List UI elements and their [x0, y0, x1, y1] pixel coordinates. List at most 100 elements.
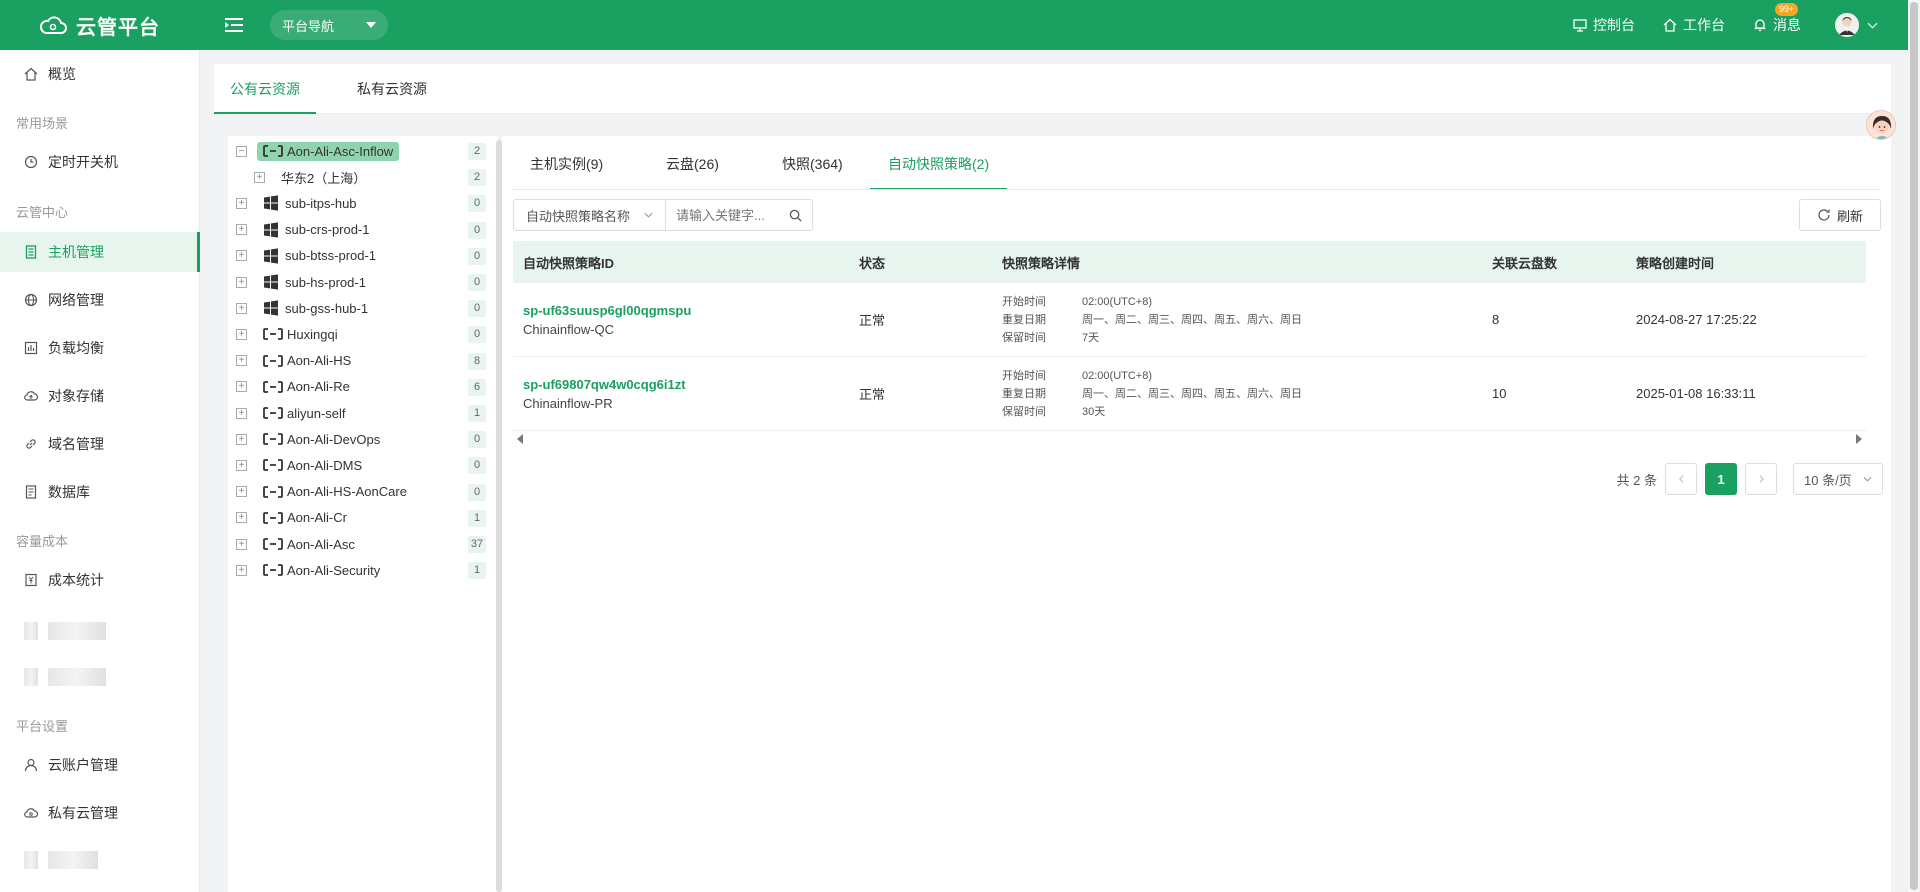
console-link[interactable]: 控制台: [1573, 15, 1635, 35]
expand-icon[interactable]: +: [236, 564, 247, 576]
expand-icon[interactable]: +: [236, 276, 247, 288]
tab-private-cloud[interactable]: 私有云资源: [342, 64, 442, 114]
aliyun-icon: [263, 433, 283, 446]
col-header-detail: 快照策略详情: [1002, 255, 1081, 271]
sidebar-item-load-balance[interactable]: 负载均衡: [0, 328, 200, 368]
filter-field-select[interactable]: 自动快照策略名称: [514, 200, 666, 230]
policy-name: Chinainflow-QC: [523, 321, 615, 337]
aliyun-icon: [263, 354, 283, 367]
logo[interactable]: 云管平台: [0, 0, 200, 50]
user-menu[interactable]: [1835, 13, 1878, 37]
tree-node-label[interactable]: Aon-Ali-Security: [257, 561, 386, 580]
table-horizontal-scrollbar[interactable]: [513, 432, 1866, 446]
expand-icon[interactable]: +: [236, 407, 247, 419]
account-tree: − Aon-Ali-Asc-Inflow 2 + 华东2（上海） 2 + sub-itps-h…: [228, 136, 498, 892]
tree-node-label[interactable]: Aon-Ali-HS: [257, 351, 357, 370]
next-page-button[interactable]: [1745, 463, 1777, 495]
tree-node-label[interactable]: sub-crs-prod-1: [257, 220, 376, 240]
refresh-icon: [1818, 209, 1830, 221]
sidebar-item-cost-stats[interactable]: 成本统计: [0, 560, 200, 600]
expand-icon[interactable]: +: [236, 197, 247, 209]
tree-node-label[interactable]: Aon-Ali-Asc: [257, 535, 361, 554]
sidebar-item-label: 主机管理: [48, 244, 104, 260]
messages-link[interactable]: 消息 99+: [1753, 3, 1801, 35]
tree-node: + sub-itps-hub: [236, 190, 496, 216]
expand-icon[interactable]: +: [236, 459, 247, 471]
expand-icon[interactable]: +: [254, 171, 265, 183]
policy-id-link[interactable]: sp-uf63suusp6gl00qgmspu: [523, 303, 859, 318]
database-icon: [25, 485, 37, 499]
policy-id-link[interactable]: sp-uf69807qw4w0cqg6i1zt: [523, 377, 859, 392]
sidebar-item-database[interactable]: 数据库: [0, 472, 200, 512]
sidebar-item-private-cloud[interactable]: 私有云管理: [0, 793, 200, 833]
expand-icon[interactable]: +: [236, 381, 247, 393]
search-icon[interactable]: [789, 209, 802, 222]
filter-field-label: 自动快照策略名称: [526, 208, 631, 224]
expand-icon[interactable]: +: [236, 538, 247, 550]
tab-public-cloud[interactable]: 公有云资源: [214, 64, 316, 114]
expand-icon[interactable]: +: [236, 224, 247, 236]
tree-node-label[interactable]: aliyun-self: [257, 404, 352, 423]
tree-node-label[interactable]: 华东2（上海）: [275, 166, 372, 189]
table-row: sp-uf69807qw4w0cqg6i1zt Chinainflow-PR 正常 开…: [513, 357, 1866, 431]
expand-icon[interactable]: +: [236, 433, 247, 445]
tree-node-count: 2: [468, 169, 486, 187]
page-scrollbar-thumb[interactable]: [1910, 2, 1918, 890]
table-header: 自动快照策略ID 状态 快照策略详情 关联云盘数 策略创建时间: [513, 241, 1866, 283]
sidebar-item-network[interactable]: 网络管理: [0, 280, 200, 320]
tree-node-count: 0: [468, 195, 486, 213]
refresh-button[interactable]: 刷新: [1799, 199, 1881, 231]
page-size-select[interactable]: 10 条/页: [1793, 463, 1883, 495]
sidebar-item-overview[interactable]: 概览: [0, 54, 200, 94]
expand-icon[interactable]: +: [236, 355, 247, 367]
link-icon: [26, 439, 36, 449]
collapse-icon[interactable]: −: [236, 145, 247, 157]
sidebar-item-host-mgmt[interactable]: 主机管理: [0, 232, 200, 272]
scroll-left-icon[interactable]: [517, 434, 523, 444]
tree-node-label[interactable]: Aon-Ali-Cr: [257, 508, 353, 527]
tree-node-label[interactable]: Aon-Ali-Re: [257, 377, 356, 396]
tree-node-label[interactable]: Aon-Ali-Asc-Inflow: [257, 141, 400, 161]
assistant-avatar[interactable]: [1866, 110, 1896, 140]
tree-node-label[interactable]: Aon-Ali-DMS: [257, 456, 368, 475]
sidebar-item-object-storage[interactable]: 对象存储: [0, 376, 200, 416]
server-icon: [25, 245, 37, 259]
expand-icon[interactable]: +: [236, 328, 247, 340]
sidebar-item-label: 私有云管理: [48, 805, 118, 821]
expand-icon[interactable]: +: [236, 512, 247, 524]
tab-snapshots[interactable]: 快照(364): [782, 150, 843, 190]
sidebar-item-cloud-accounts[interactable]: 云账户管理: [0, 745, 200, 785]
expand-icon[interactable]: +: [236, 486, 247, 498]
sidebar-item-label: 对象存储: [48, 388, 104, 404]
workbench-link[interactable]: 工作台: [1663, 15, 1725, 35]
tree-node-label[interactable]: sub-gss-hub-1: [257, 298, 374, 318]
sidebar-item-domain[interactable]: 域名管理: [0, 424, 200, 464]
tab-host-instances[interactable]: 主机实例(9): [530, 150, 603, 190]
tree-node-label[interactable]: Huxingqi: [257, 325, 344, 344]
aliyun-icon: [263, 328, 283, 341]
col-header-id: 自动快照策略ID: [523, 255, 615, 271]
page-button-1[interactable]: 1: [1705, 463, 1737, 495]
tree-node-label[interactable]: Aon-Ali-HS-AonCare: [257, 482, 413, 501]
tree-node-label[interactable]: sub-hs-prod-1: [257, 272, 372, 292]
tree-node-label[interactable]: sub-btss-prod-1: [257, 246, 382, 266]
platform-nav-select[interactable]: 平台导航: [270, 10, 388, 40]
menu-collapse-icon[interactable]: [222, 13, 246, 37]
tree-node-text: Aon-Ali-DevOps: [287, 431, 381, 447]
cloud-logo-icon: [39, 16, 67, 34]
blurred-menu-item: [48, 668, 106, 686]
tab-disks[interactable]: 云盘(26): [666, 150, 719, 190]
tab-auto-snapshot-policy[interactable]: 自动快照策略(2): [870, 150, 1008, 190]
tree-node-label[interactable]: sub-itps-hub: [257, 193, 363, 213]
scroll-right-icon[interactable]: [1856, 434, 1862, 444]
page-scrollbar[interactable]: [1908, 0, 1920, 892]
search-input[interactable]: [676, 207, 776, 223]
windows-icon: [264, 221, 278, 238]
logo-text: 云管平台: [76, 16, 160, 39]
tree-node-label[interactable]: Aon-Ali-DevOps: [257, 430, 386, 449]
expand-icon[interactable]: +: [236, 250, 247, 262]
expand-icon[interactable]: +: [236, 302, 247, 314]
sidebar-item-scheduled-power[interactable]: 定时开关机: [0, 142, 200, 182]
tree-node: + Aon-Ali-Cr: [236, 505, 496, 531]
prev-page-button[interactable]: [1665, 463, 1697, 495]
